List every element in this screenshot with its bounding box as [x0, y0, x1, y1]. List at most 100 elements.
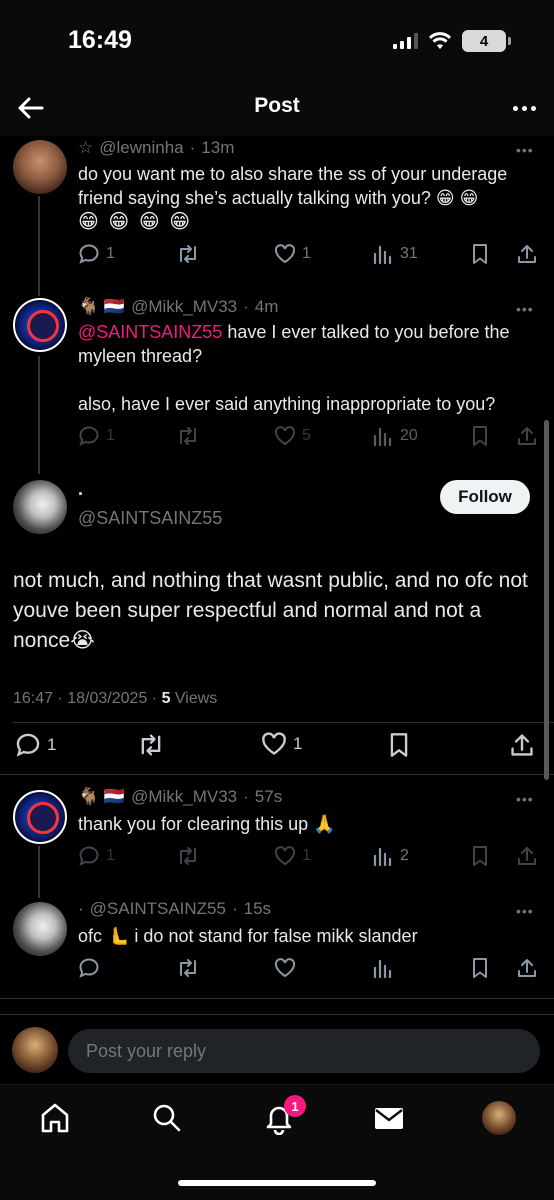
bookmark-icon: [390, 733, 408, 757]
tweet-more-icon[interactable]: •••: [516, 903, 534, 919]
heart-icon: [274, 244, 296, 264]
like-button[interactable]: 1: [261, 732, 302, 756]
share-button[interactable]: [516, 845, 538, 867]
tweet-header: 🐐 🇳🇱 @Mikk_MV33 · 4m: [78, 297, 279, 317]
repost-button[interactable]: [176, 845, 200, 867]
bookmark-button[interactable]: [470, 957, 490, 979]
reply-button[interactable]: [78, 957, 100, 979]
share-icon: [518, 245, 536, 263]
more-options-button[interactable]: [508, 92, 540, 124]
views-icon: [373, 245, 392, 264]
repost-button[interactable]: [137, 732, 165, 758]
repost-button[interactable]: [176, 425, 200, 447]
reply-button[interactable]: 1: [78, 425, 115, 447]
nav-home[interactable]: [38, 1101, 72, 1135]
bookmark-icon: [473, 958, 487, 978]
reply-button[interactable]: 1: [78, 243, 115, 265]
divider: [0, 774, 554, 775]
bookmark-button[interactable]: [470, 845, 490, 867]
follow-button[interactable]: Follow: [440, 480, 530, 514]
share-icon: [511, 734, 533, 756]
share-icon: [518, 959, 536, 977]
tweet-actions: [78, 954, 536, 982]
thread-connector: [38, 196, 40, 296]
repost-icon: [180, 847, 196, 865]
reply-icon: [79, 958, 99, 978]
user-handle[interactable]: @Mikk_MV33: [131, 297, 237, 317]
post-timestamp: 16:47 · 18/03/2025 ·: [13, 690, 162, 707]
repost-icon: [141, 734, 161, 756]
home-icon: [41, 1103, 69, 1133]
user-handle[interactable]: @SAINTSAINZ55: [90, 899, 226, 919]
nav-search[interactable]: [150, 1101, 184, 1135]
tweet-time: 57s: [254, 787, 283, 806]
main-post-handle[interactable]: @SAINTSAINZ55: [78, 508, 222, 529]
emoji-line: 😁 😁 😁 😁: [78, 211, 193, 233]
scrollbar[interactable]: [544, 420, 549, 780]
share-button[interactable]: [516, 425, 538, 447]
like-button[interactable]: 1: [274, 846, 311, 866]
like-button[interactable]: 1: [274, 244, 311, 264]
handle-prefix: ☆: [78, 138, 94, 157]
handle-prefix: 🐐 🇳🇱: [78, 787, 126, 806]
views-button[interactable]: 20: [372, 426, 418, 446]
user-handle[interactable]: @Mikk_MV33: [131, 787, 237, 807]
user-handle[interactable]: @lewninha: [99, 138, 183, 158]
home-indicator[interactable]: [178, 1180, 376, 1186]
repost-icon: [180, 245, 196, 263]
mention-link[interactable]: @SAINTSAINZ55: [78, 322, 222, 342]
top-header: Post: [0, 80, 554, 136]
tweet-text: do you want me to also share the ss of y…: [78, 164, 508, 233]
share-button[interactable]: [516, 957, 538, 979]
views-button[interactable]: 31: [372, 244, 418, 264]
share-button[interactable]: [509, 732, 535, 758]
bookmark-icon: [473, 244, 487, 264]
dot-icon: [530, 105, 536, 111]
bookmark-button[interactable]: [470, 243, 490, 265]
like-button[interactable]: [274, 958, 296, 978]
reply-composer: Post your reply: [0, 1014, 554, 1084]
tweet-actions: 1 1 31: [78, 240, 536, 268]
repost-button[interactable]: [176, 243, 200, 265]
nav-profile-avatar[interactable]: [482, 1101, 516, 1135]
post-metadata: 16:47 · 18/03/2025 · 5 Views: [13, 690, 217, 708]
battery-indicator: 4: [462, 30, 511, 52]
bookmark-button[interactable]: [470, 425, 490, 447]
reply-button[interactable]: 1: [78, 845, 115, 867]
avatar[interactable]: [13, 298, 67, 352]
avatar[interactable]: [13, 902, 67, 956]
like-button[interactable]: 5: [274, 426, 311, 446]
views-label: Views: [170, 690, 218, 707]
reply-button[interactable]: 1: [15, 732, 56, 758]
main-post-name[interactable]: ·: [78, 484, 84, 505]
tweet-text: ofc 🫷 i do not stand for false mikk slan…: [78, 926, 418, 946]
tweet-actions: 1 1 2: [78, 842, 536, 870]
bookmark-button[interactable]: [387, 732, 411, 758]
avatar[interactable]: [13, 140, 67, 194]
divider: [0, 998, 554, 999]
search-icon: [153, 1104, 181, 1132]
tweet-more-icon[interactable]: •••: [516, 791, 534, 807]
divider: [13, 722, 554, 723]
dot-icon: [512, 105, 518, 111]
share-icon: [518, 427, 536, 445]
views-button[interactable]: [372, 958, 394, 978]
notification-badge: 1: [284, 1095, 306, 1117]
tweet-more-icon[interactable]: •••: [516, 142, 534, 158]
dot-icon: [521, 105, 527, 111]
main-post-avatar[interactable]: [13, 480, 67, 534]
handle-prefix: ·: [78, 899, 84, 918]
share-button[interactable]: [516, 243, 538, 265]
handle-prefix: 🐐 🇳🇱: [78, 297, 126, 316]
thread-connector: [38, 356, 40, 474]
tweet-more-icon[interactable]: •••: [516, 301, 534, 317]
views-button[interactable]: 2: [372, 846, 409, 866]
avatar[interactable]: [13, 790, 67, 844]
status-time: 16:49: [68, 26, 132, 54]
status-icons: 4: [393, 30, 511, 52]
current-user-avatar: [12, 1027, 58, 1073]
nav-messages[interactable]: [372, 1101, 406, 1135]
repost-button[interactable]: [176, 957, 200, 979]
tweet-header: 🐐 🇳🇱 @Mikk_MV33 · 57s: [78, 787, 283, 807]
reply-input[interactable]: Post your reply: [68, 1029, 540, 1073]
